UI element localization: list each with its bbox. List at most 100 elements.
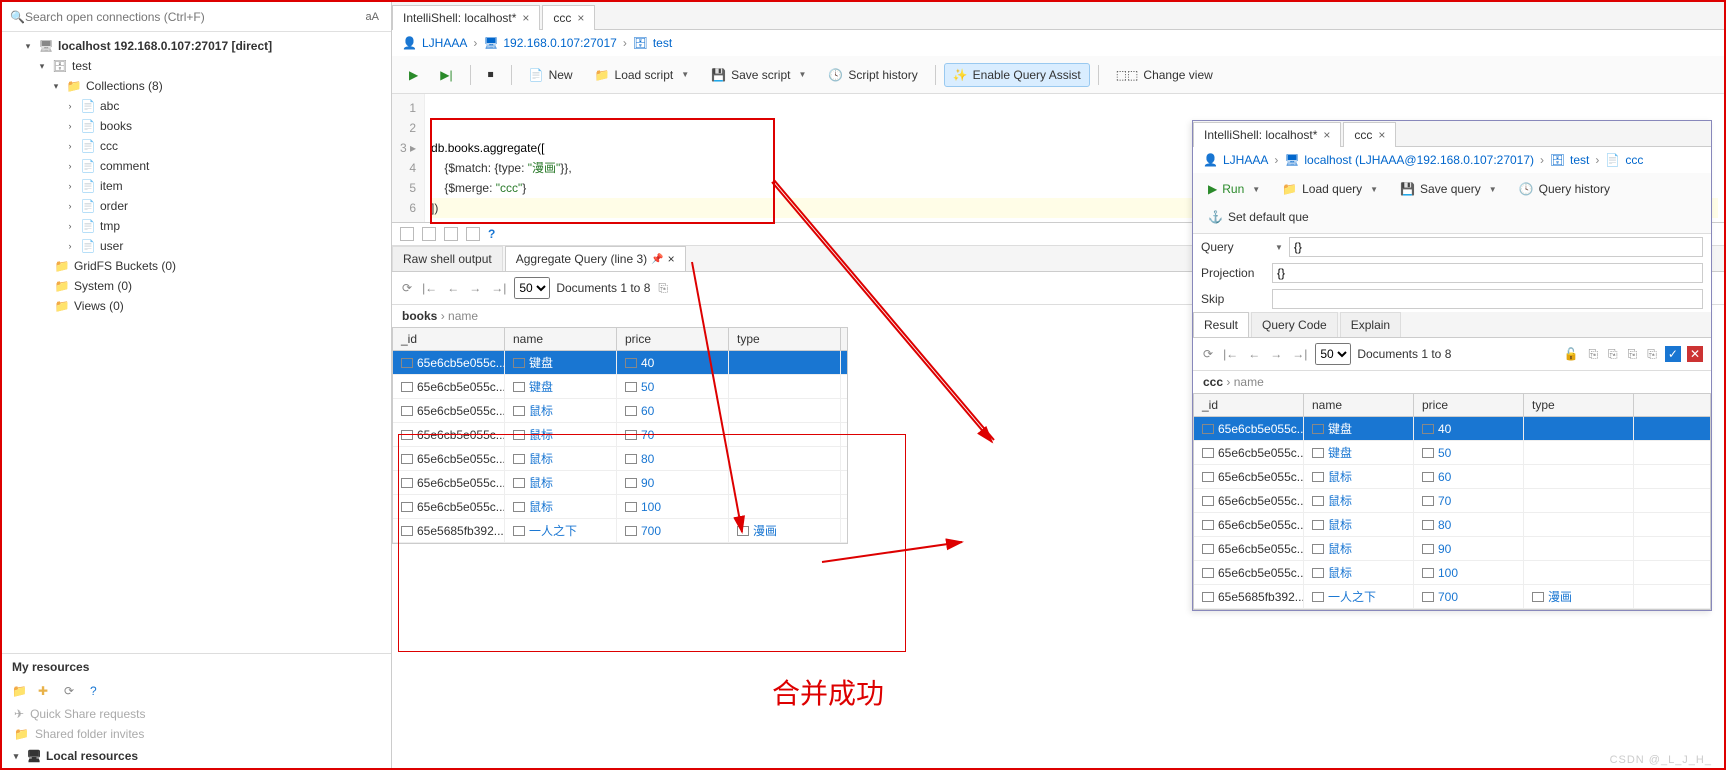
add-folder-icon[interactable]: 📁	[12, 684, 28, 700]
refresh-icon[interactable]	[1201, 347, 1215, 361]
grid-icon[interactable]	[466, 227, 480, 241]
result-grid[interactable]: _idnamepricetype65e6cb5e055c...键盘4065e6c…	[392, 327, 848, 544]
table-row[interactable]: 65e6cb5e055c...鼠标60	[1194, 465, 1710, 489]
search-input[interactable]	[25, 10, 362, 24]
refresh-icon[interactable]	[64, 684, 80, 700]
bc-db[interactable]: test	[653, 36, 672, 50]
first-page-icon[interactable]: |←	[1221, 347, 1240, 361]
script-history-button[interactable]: 🕓Script history	[819, 63, 926, 87]
collection-node[interactable]: ›📄books	[2, 116, 391, 136]
tab-ccc[interactable]: ccc ×	[542, 5, 595, 30]
bc-host[interactable]: localhost (LJHAAA@192.168.0.107:27017)	[1304, 153, 1534, 167]
tool-icon[interactable]: ✓	[1665, 346, 1681, 362]
tool-icon[interactable]: ⎘	[1645, 347, 1659, 362]
stop-button[interactable]: ⏹	[479, 62, 503, 87]
table-row[interactable]: 65e5685fb392...一人之下700漫画	[393, 519, 847, 543]
collection-node[interactable]: ›📄user	[2, 236, 391, 256]
table-row[interactable]: 65e6cb5e055c...鼠标90	[1194, 537, 1710, 561]
table-row[interactable]: 65e6cb5e055c...键盘40	[393, 351, 847, 375]
close-icon[interactable]: ×	[1323, 128, 1330, 142]
panel-grid[interactable]: _idnamepricetype65e6cb5e055c...键盘4065e6c…	[1193, 393, 1711, 610]
col-header[interactable]: price	[617, 328, 729, 350]
last-page-icon[interactable]: →|	[489, 281, 508, 295]
views-node[interactable]: 📁 Views (0)	[2, 296, 391, 316]
table-row[interactable]: 65e6cb5e055c...鼠标60	[393, 399, 847, 423]
table-row[interactable]: 65e6cb5e055c...鼠标90	[393, 471, 847, 495]
table-row[interactable]: 65e6cb5e055c...键盘50	[1194, 441, 1710, 465]
close-icon[interactable]: ×	[577, 11, 584, 25]
tab-aggregate-query[interactable]: Aggregate Query (line 3)📌×	[505, 246, 686, 271]
table-row[interactable]: 65e6cb5e055c...鼠标70	[1194, 489, 1710, 513]
table-row[interactable]: 65e6cb5e055c...鼠标100	[393, 495, 847, 519]
page-size-select[interactable]: 50	[514, 277, 550, 299]
system-node[interactable]: 📁 System (0)	[2, 276, 391, 296]
tab-result[interactable]: Result	[1193, 312, 1249, 337]
table-row[interactable]: 65e6cb5e055c...鼠标80	[1194, 513, 1710, 537]
query-history-button[interactable]: 🕓 Query history	[1510, 177, 1619, 201]
tab-raw-output[interactable]: Raw shell output	[392, 246, 503, 271]
collection-node[interactable]: ›📄ccc	[2, 136, 391, 156]
table-row[interactable]: 65e6cb5e055c...键盘40	[1194, 417, 1710, 441]
bc-db[interactable]: test	[1570, 153, 1589, 167]
tab-query-code[interactable]: Query Code	[1251, 312, 1338, 337]
add-icon[interactable]: ✚	[38, 684, 54, 700]
tool-icon[interactable]: 🔓	[1561, 347, 1580, 361]
next-page-icon[interactable]: →	[1268, 347, 1284, 361]
tool-icon[interactable]: ⎘	[1626, 347, 1640, 362]
chevron-down-icon[interactable]: ▼	[1275, 243, 1283, 252]
table-row[interactable]: 65e6cb5e055c...鼠标100	[1194, 561, 1710, 585]
load-script-button[interactable]: 📁Load script▼	[586, 63, 699, 87]
case-toggle[interactable]: aA	[362, 11, 383, 23]
help-icon[interactable]: ?	[488, 227, 502, 241]
save-query-button[interactable]: 💾 Save query▼	[1391, 177, 1506, 201]
collection-node[interactable]: ›📄comment	[2, 156, 391, 176]
bc-user[interactable]: LJHAAA	[1223, 153, 1268, 167]
table-row[interactable]: 65e6cb5e055c...鼠标70	[393, 423, 847, 447]
col-header[interactable]: type	[729, 328, 841, 350]
tab-intellishell[interactable]: IntelliShell: localhost*×	[1193, 122, 1341, 147]
gridfs-node[interactable]: 📁 GridFS Buckets (0)	[2, 256, 391, 276]
col-header[interactable]: type	[1524, 394, 1634, 416]
collection-node[interactable]: ›📄order	[2, 196, 391, 216]
new-button[interactable]: 📄New	[520, 63, 582, 87]
col-header[interactable]: _id	[393, 328, 505, 350]
collection-node[interactable]: ›📄tmp	[2, 216, 391, 236]
last-page-icon[interactable]: →|	[1290, 347, 1309, 361]
grid-icon[interactable]	[422, 227, 436, 241]
close-icon[interactable]: ×	[522, 11, 529, 25]
tool-icon[interactable]: ⎘	[1586, 347, 1600, 362]
skip-input[interactable]	[1272, 289, 1703, 309]
prev-page-icon[interactable]: ←	[1246, 347, 1262, 361]
run-selection-button[interactable]: ▶|	[431, 63, 461, 87]
run-button[interactable]: ▶ Run▼	[1199, 177, 1269, 201]
collection-node[interactable]: ›📄item	[2, 176, 391, 196]
run-button[interactable]: ▶	[400, 63, 427, 87]
prev-page-icon[interactable]: ←	[445, 281, 461, 295]
tool-icon[interactable]: ✕	[1687, 346, 1703, 362]
database-node[interactable]: ▾ 🗄 test	[2, 56, 391, 76]
local-resources-row[interactable]: ▾ 🖥 Local resources	[2, 744, 391, 768]
load-query-button[interactable]: 📁 Load query▼	[1273, 177, 1387, 201]
tab-ccc[interactable]: ccc×	[1343, 122, 1396, 147]
col-header[interactable]: name	[1304, 394, 1414, 416]
help-icon[interactable]: ?	[90, 684, 106, 700]
connection-node[interactable]: ▾ 🖥 localhost 192.168.0.107:27017 [direc…	[2, 36, 391, 56]
change-view-button[interactable]: ⬚⬚Change view	[1107, 63, 1222, 87]
query-input[interactable]	[1289, 237, 1703, 257]
col-header[interactable]: _id	[1194, 394, 1304, 416]
refresh-icon[interactable]	[400, 281, 414, 295]
query-assist-button[interactable]: ✨Enable Query Assist	[944, 63, 1090, 87]
grid-icon[interactable]	[400, 227, 414, 241]
next-page-icon[interactable]: →	[467, 281, 483, 295]
collections-node[interactable]: ▾ 📁 Collections (8)	[2, 76, 391, 96]
close-icon[interactable]: ×	[668, 252, 675, 266]
bc-user[interactable]: LJHAAA	[422, 36, 467, 50]
first-page-icon[interactable]: |←	[420, 281, 439, 295]
col-header[interactable]: price	[1414, 394, 1524, 416]
tool-icon[interactable]: ⎘	[1606, 347, 1620, 362]
page-size-select[interactable]: 50	[1315, 343, 1351, 365]
tab-explain[interactable]: Explain	[1340, 312, 1401, 337]
close-icon[interactable]: ×	[1378, 128, 1385, 142]
export-icon[interactable]: ⎘	[656, 281, 670, 296]
set-default-button[interactable]: ⚓ Set default que	[1199, 205, 1318, 229]
